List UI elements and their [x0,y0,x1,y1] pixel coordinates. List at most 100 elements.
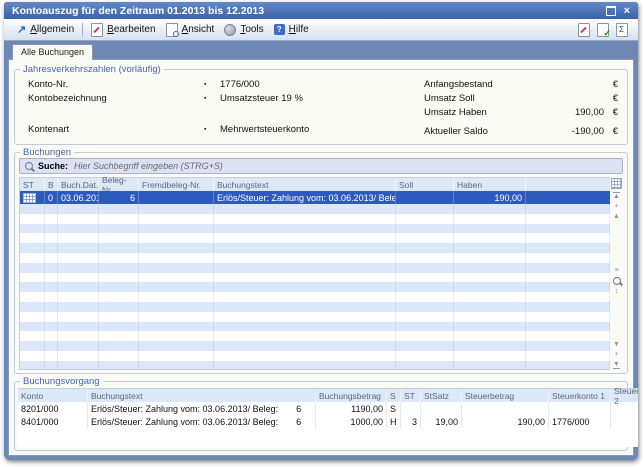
transaction-header-row: Konto Buchungstext Buchungsbetrag S ST S… [18,389,638,402]
table-row [20,243,610,253]
search-label: Suche: [38,161,68,171]
menu-allgemein[interactable]: Allgemein [12,23,79,36]
menu-ansicht[interactable]: Ansicht [161,22,220,38]
go-first-icon[interactable]: ▲ [613,192,620,200]
search-input[interactable]: Hier Suchbegriff eingeben (STRG+S) [74,161,223,171]
expand-icon[interactable]: + [614,203,618,210]
menu-bearbeiten[interactable]: Bearbeiten [86,22,160,38]
content-panel: Jahresverkehrszahlen (vorläufig) Konto-N… [8,59,634,456]
list-view-icon[interactable]: ≡ [614,267,618,274]
steuerkonto2-cell [611,402,638,415]
column-header-buchungstext[interactable]: Buchungstext [88,389,316,402]
go-last-icon[interactable]: ▼ [613,361,620,369]
transaction-row-2[interactable]: 8401/000 Erlös/Steuer: Zahlung vom: 03.0… [18,415,638,428]
column-header-b[interactable]: B [45,178,58,191]
field-aktueller-saldo: Aktueller Saldo -190,00 € [410,124,618,138]
booking-row-type-cell [20,191,45,204]
close-icon[interactable]: × [624,6,630,16]
table-row [20,331,610,341]
screen: Kontoauszug für den Zeitraum 01.2013 bis… [0,0,644,467]
column-header-buchungsbetrag[interactable]: Buchungsbetrag [316,389,387,402]
s-cell: S [387,402,401,415]
restore-icon[interactable] [606,6,616,16]
title-bar[interactable]: Kontoauszug für den Zeitraum 01.2013 bis… [4,2,638,19]
help-icon [274,24,285,35]
table-row [20,351,610,361]
collapse-icon[interactable]: + [614,351,618,358]
column-header-steuerkonto2[interactable]: Steuerkonto 2 [611,389,638,402]
booking-row-selected[interactable]: 0 03.06.2013 6 Erlös/Steuer: Zahlung vom… [20,191,610,204]
window-title: Kontoauszug für den Zeitraum 01.2013 bis… [12,5,264,17]
scroll-up-icon[interactable]: ▲ [613,213,620,220]
table-row [20,263,610,273]
table-row [20,312,610,322]
column-header-buchungstext[interactable]: Buchungstext [214,178,396,191]
column-header-st[interactable]: ST [401,389,421,402]
tab-alle-buchungen[interactable]: Alle Buchungen [12,44,93,60]
s-cell: H [387,415,401,428]
text-value: Erlös/Steuer: Zahlung vom: 03.06.2013/ B… [91,404,278,414]
steuerbetrag-cell [462,402,549,415]
column-header-haben[interactable]: Haben [454,178,526,191]
booking-fremdbeleg-cell [139,191,214,204]
fixed-value-indicator: ▪ [204,81,220,88]
stsatz-cell: 19,00 [421,415,462,428]
column-header-stsatz[interactable]: StSatz [421,389,462,402]
column-header-soll[interactable]: Soll [396,178,454,191]
booking-soll-cell [396,191,454,204]
sort-icon[interactable]: ↕ [615,288,619,295]
sum-document-icon[interactable] [616,23,628,37]
column-header-st[interactable]: ST [20,178,45,191]
bookings-table: ST B Buch.Dat. Beleg-Nr. Fremdbeleg-Nr. … [19,177,610,370]
table-row [20,224,610,234]
bookings-group-title: Buchungen [20,147,74,158]
export-document-icon[interactable] [578,23,590,37]
column-header-fremdbelegnr[interactable]: Fremdbeleg-Nr. [139,178,214,191]
zoom-icon[interactable] [613,277,621,285]
betrag-cell: 1190,00 [316,402,387,415]
menu-hilfe[interactable]: Hilfe [269,23,314,36]
summary-group-title: Jahresverkehrszahlen (vorläufig) [20,64,164,75]
column-header-filler [526,178,610,191]
field-konto-nr: Konto-Nr. ▪ 1776/000 [28,77,410,91]
scroll-down-icon[interactable]: ▼ [613,341,620,348]
currency-symbol: € [604,79,618,90]
bookings-side-rail: ▲ + ▲ ≡ ↕ ▼ + [610,177,623,370]
konto-cell: 8201/000 [18,402,88,415]
booking-belegnr-cell: 6 [99,191,139,204]
edit-document-icon [91,23,103,37]
column-header-steuerkonto1[interactable]: Steuerkonto 1 [549,389,611,402]
column-header-buchdat[interactable]: Buch.Dat. [58,178,99,191]
table-row [20,302,610,312]
menu-ansicht-label: Ansicht [182,24,215,35]
transaction-group-title: Buchungsvorgang [20,376,103,387]
steuerbetrag-cell: 190,00 [462,415,549,428]
table-row [20,322,610,332]
column-chooser-icon[interactable] [611,178,622,189]
table-row [20,214,610,224]
field-kontobezeichnung-value: Umsatzsteuer 19 % [220,93,303,104]
tools-icon [224,24,236,36]
check-document-icon[interactable] [597,23,609,37]
steuerkonto2-cell [611,415,638,428]
summary-left-column: Konto-Nr. ▪ 1776/000 Kontobezeichnung ▪ … [18,77,410,141]
table-row [20,341,610,351]
steuerkonto1-cell [549,402,611,415]
tab-strip: Alle Buchungen [8,41,634,59]
summary-right-column: Anfangsbestand € Umsatz Soll € Umsatz Ha… [410,77,624,141]
table-row [20,233,610,243]
menu-bearbeiten-label: Bearbeiten [107,24,155,35]
transaction-groupbox: Buchungsvorgang Konto Buchungstext Buchu… [14,381,628,451]
field-kontobezeichnung: Kontobezeichnung ▪ Umsatzsteuer 19 % [28,91,410,105]
menu-separator [82,23,83,37]
column-header-s[interactable]: S [387,389,401,402]
field-kontenart: Kontenart ▪ Mehrwertsteuerkonto [28,122,410,136]
transaction-row-1[interactable]: 8201/000 Erlös/Steuer: Zahlung vom: 03.0… [18,402,638,415]
column-header-steuerbetrag[interactable]: Steuerbetrag [462,389,549,402]
column-header-belegnr[interactable]: Beleg-Nr. [99,178,139,191]
currency-symbol: € [604,107,618,118]
search-bar[interactable]: Suche: Hier Suchbegriff eingeben (STRG+S… [19,158,623,174]
st-cell [401,402,421,415]
menu-tools[interactable]: Tools [219,23,268,37]
column-header-konto[interactable]: Konto [18,389,88,402]
